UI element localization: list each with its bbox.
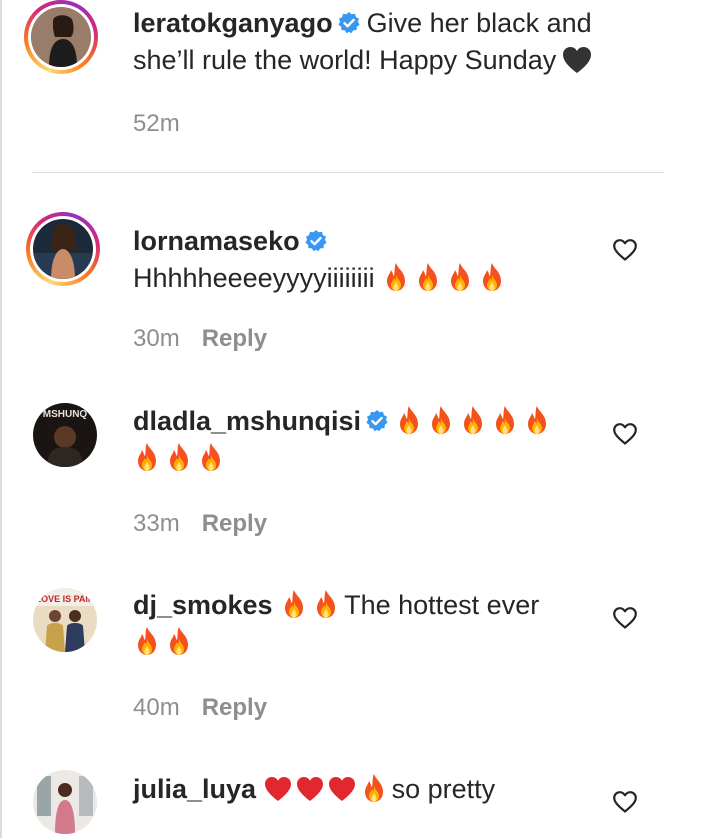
comment-username[interactable]: dj_smokes — [133, 590, 273, 620]
fire-icon — [446, 262, 474, 292]
comment-time: 40m — [133, 694, 180, 721]
comment-username[interactable]: julia_luya — [133, 774, 256, 804]
like-heart-icon[interactable] — [612, 238, 638, 262]
fire-icon — [360, 773, 388, 803]
red-heart-icon — [264, 776, 292, 802]
comment-username[interactable]: lornamaseko — [133, 226, 300, 256]
reply-button[interactable]: Reply — [202, 694, 267, 721]
post-time: 52m — [133, 110, 180, 137]
fire-icon — [312, 589, 340, 619]
post-caption: leratokganyago Give her black and she’ll … — [0, 0, 720, 172]
verified-badge-icon — [304, 229, 328, 253]
post-meta: 52m — [133, 110, 180, 138]
comment-time: 30m — [133, 325, 180, 352]
commenter-avatar[interactable]: LOVE IS PAIN — [33, 588, 97, 652]
fire-icon — [395, 405, 423, 435]
comment-username[interactable]: dladla_mshunqisi — [133, 406, 361, 436]
comment-body: so pretty — [391, 774, 496, 804]
fire-icon — [165, 626, 193, 656]
comment-meta: 33m Reply — [133, 510, 267, 538]
fire-icon — [133, 626, 161, 656]
commenter-avatar[interactable] — [33, 770, 97, 834]
black-heart-icon — [562, 46, 592, 74]
avatar-text: LOVE IS PAIN — [36, 594, 95, 604]
verified-badge-icon — [365, 409, 389, 433]
like-heart-icon[interactable] — [612, 422, 638, 446]
commenter-avatar[interactable] — [26, 212, 100, 286]
post-caption-text: leratokganyago Give her black and she’ll … — [133, 5, 603, 79]
avatar-text: MSHUNQ — [43, 409, 88, 420]
comment-text: dladla_mshunqisi — [133, 403, 603, 477]
red-heart-icon — [328, 776, 356, 802]
reply-button[interactable]: Reply — [202, 325, 267, 352]
fire-icon — [165, 442, 193, 472]
fire-icon — [197, 442, 225, 472]
fire-icon — [427, 405, 455, 435]
post-username[interactable]: leratokganyago — [133, 8, 333, 38]
divider — [32, 172, 664, 173]
comment-meta: 30m Reply — [133, 325, 267, 353]
comment-text: julia_luya so pretty — [133, 771, 603, 808]
red-heart-icon — [296, 776, 324, 802]
comment-body: Hhhhheeeeyyyyiiiiiiii — [133, 263, 375, 293]
fire-icon — [382, 262, 410, 292]
fire-icon — [414, 262, 442, 292]
fire-icon — [491, 405, 519, 435]
fire-icon — [133, 442, 161, 472]
verified-badge-icon — [337, 11, 361, 35]
like-heart-icon[interactable] — [612, 790, 638, 814]
reply-button[interactable]: Reply — [202, 510, 267, 537]
fire-icon — [280, 589, 308, 619]
comment-meta: 40m Reply — [133, 694, 267, 722]
fire-icon — [478, 262, 506, 292]
comment-text: lornamaseko Hhhhheeeeyyyyiiiiiiii — [133, 223, 603, 297]
comment-text: dj_smokes The hottest ever — [133, 587, 603, 661]
commenter-avatar[interactable]: MSHUNQ — [33, 403, 97, 467]
fire-icon — [459, 405, 487, 435]
comment-time: 33m — [133, 510, 180, 537]
post-author-avatar[interactable] — [24, 0, 98, 74]
comment-body: The hottest ever — [344, 590, 540, 620]
like-heart-icon[interactable] — [612, 606, 638, 630]
fire-icon — [523, 405, 551, 435]
